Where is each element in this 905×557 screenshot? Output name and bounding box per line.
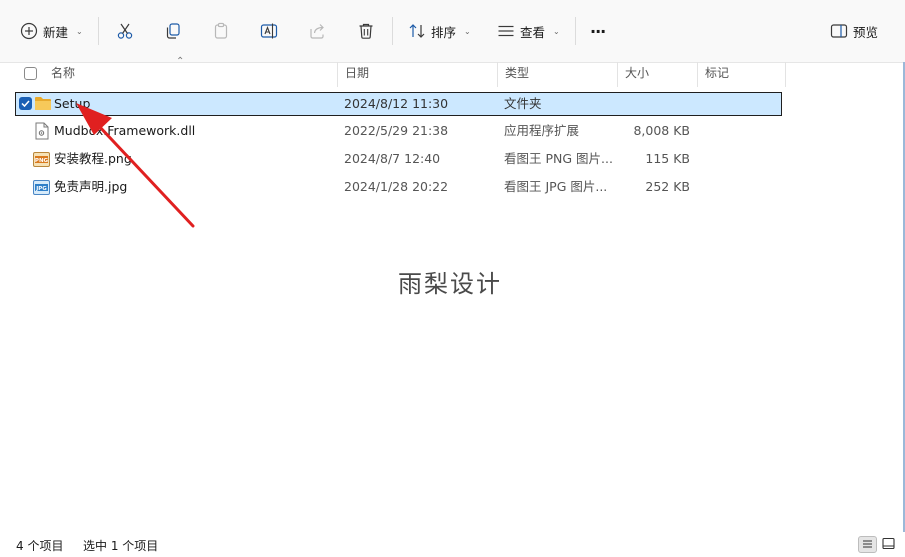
dll-file-icon (35, 122, 49, 140)
trash-icon (359, 23, 373, 39)
preview-pane-button[interactable]: 预览 (830, 13, 878, 49)
scissors-icon (117, 23, 133, 39)
png-file-icon: PNG (33, 152, 50, 167)
copy-icon (166, 23, 180, 39)
command-bar: 新建 ⌄ 排序 ⌄ 查看 ⌄ ··· 预览 (0, 0, 905, 63)
file-size: 252 KB (645, 179, 690, 194)
column-header-date-label: 日期 (345, 66, 370, 80)
details-view-icon (863, 540, 872, 548)
column-header-tags[interactable]: 标记 (698, 62, 786, 87)
tiles-view-button[interactable] (880, 536, 899, 553)
file-size: 8,008 KB (633, 123, 690, 138)
tiles-view-icon (882, 537, 895, 550)
more-icon: ··· (590, 21, 606, 41)
file-date: 2024/8/7 12:40 (344, 151, 441, 166)
delete-button[interactable] (357, 13, 375, 49)
sort-label: 排序 (431, 24, 457, 40)
new-button[interactable]: 新建 ⌄ (20, 13, 83, 49)
column-header-row: ⌃ 名称 日期 类型 大小 标记 (0, 56, 905, 87)
file-size (624, 93, 690, 115)
file-name: 安装教程.png (54, 151, 132, 166)
column-header-size-label: 大小 (625, 66, 650, 80)
rename-button[interactable] (260, 13, 278, 49)
column-header-name[interactable]: 名称 (44, 62, 338, 87)
file-row-png[interactable]: PNG 安装教程.png 2024/8/7 12:40 看图王 PNG 图片..… (15, 148, 782, 172)
sort-arrows-icon (409, 24, 425, 38)
paste-button[interactable] (212, 13, 230, 49)
new-label: 新建 (43, 24, 69, 40)
more-options-button[interactable]: ··· (590, 13, 606, 49)
file-type: 看图王 PNG 图片... (504, 151, 613, 166)
view-button[interactable]: 查看 ⌄ (497, 13, 560, 49)
chevron-down-icon: ⌄ (553, 26, 560, 36)
status-bar: 4 个项目 选中 1 个项目 (0, 532, 905, 557)
row-checkbox[interactable] (19, 97, 32, 110)
folder-icon (35, 97, 51, 110)
file-date: 2024/8/12 11:30 (344, 96, 449, 111)
file-size: 115 KB (645, 151, 690, 166)
chevron-down-icon: ⌄ (76, 26, 83, 36)
file-row-dll[interactable]: Mudbox.Framework.dll 2022/5/29 21:38 应用程… (15, 120, 782, 144)
file-name: 免责声明.jpg (54, 179, 128, 194)
view-lines-icon (498, 25, 514, 37)
svg-text:JPG: JPG (35, 186, 47, 192)
file-row-setup[interactable]: Setup 2024/8/12 11:30 文件夹 (15, 92, 782, 116)
plus-circle-icon (20, 22, 38, 40)
file-date: 2024/1/28 20:22 (344, 179, 449, 194)
selected-count: 选中 1 个项目 (83, 539, 159, 553)
file-type: 应用程序扩展 (504, 123, 580, 138)
watermark-text: 雨梨设计 (398, 270, 502, 298)
file-type: 文件夹 (504, 96, 542, 111)
cut-button[interactable] (116, 13, 134, 49)
file-date: 2022/5/29 21:38 (344, 123, 449, 138)
column-header-type[interactable]: 类型 (498, 62, 618, 87)
sort-button[interactable]: 排序 ⌄ (408, 13, 471, 49)
copy-button[interactable] (164, 13, 182, 49)
file-name: Mudbox.Framework.dll (54, 123, 196, 138)
share-button[interactable] (308, 13, 326, 49)
checkmark-icon (21, 100, 30, 108)
column-header-size[interactable]: 大小 (618, 62, 698, 87)
preview-label: 预览 (853, 24, 879, 40)
toolbar-divider (575, 17, 576, 45)
share-icon (310, 24, 324, 39)
rename-icon (260, 23, 278, 39)
chevron-down-icon: ⌄ (464, 26, 471, 36)
item-count: 4 个项目 (16, 539, 64, 553)
svg-text:PNG: PNG (35, 158, 49, 164)
column-header-name-label: 名称 (51, 66, 76, 80)
file-name: Setup (54, 96, 91, 111)
view-label: 查看 (520, 24, 546, 40)
column-header-type-label: 类型 (505, 66, 530, 80)
file-type: 看图王 JPG 图片... (504, 179, 608, 194)
column-header-tags-label: 标记 (705, 66, 730, 80)
toolbar-divider (98, 17, 99, 45)
column-header-date[interactable]: 日期 (338, 62, 498, 87)
clipboard-icon (214, 22, 228, 39)
select-all-checkbox[interactable] (24, 67, 37, 80)
toolbar-divider (392, 17, 393, 45)
details-view-button[interactable] (858, 536, 877, 553)
preview-pane-icon (830, 24, 848, 38)
jpg-file-icon: JPG (33, 180, 50, 195)
file-row-jpg[interactable]: JPG 免责声明.jpg 2024/1/28 20:22 看图王 JPG 图片.… (15, 176, 782, 200)
